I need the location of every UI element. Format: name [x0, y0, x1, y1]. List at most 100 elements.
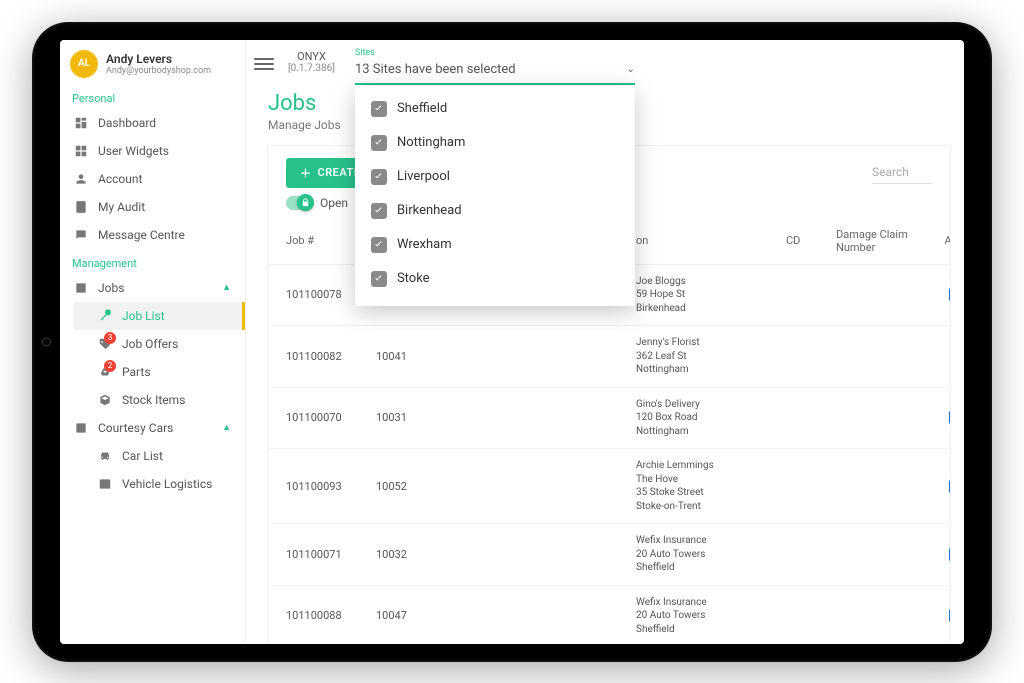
location-cell: Gino's Delivery120 Box RoadNottingham	[636, 398, 786, 439]
toggle-label: Open	[320, 196, 348, 210]
nav-label: Job List	[122, 309, 165, 323]
nav-vehicle-logistics[interactable]: Vehicle Logistics	[74, 470, 245, 498]
nav-user-widgets[interactable]: User Widgets	[60, 137, 245, 165]
nav-label: Message Centre	[98, 228, 185, 242]
table-row[interactable]: 10110007110032Wefix Insurance20 Auto Tow…	[268, 524, 950, 586]
sites-option[interactable]: Nottingham	[355, 126, 635, 160]
nav-jobs[interactable]: Jobs ▲	[60, 274, 245, 302]
checkbox-icon	[371, 237, 387, 253]
option-label: Wrexham	[397, 237, 452, 252]
nav-car-list[interactable]: Car List	[74, 442, 245, 470]
option-label: Nottingham	[397, 135, 465, 150]
col-auto[interactable]: Auto	[926, 234, 950, 247]
badge-count: 3	[104, 332, 116, 344]
message-icon	[74, 228, 88, 242]
nav-stock-items[interactable]: Stock Items	[74, 386, 245, 414]
widgets-icon	[74, 144, 88, 158]
nav-job-offers[interactable]: Job Offers 3	[74, 330, 245, 358]
cell-job: 101100082	[286, 350, 376, 363]
wrench-icon	[98, 309, 112, 323]
sites-label: Sites	[355, 48, 635, 58]
table-row[interactable]: 10110009310052Archie LemmingsThe Hove35 …	[268, 449, 950, 524]
nav-label: Courtesy Cars	[98, 421, 173, 435]
user-block[interactable]: AL Andy Levers Andy@yourbodyshop.com	[60, 40, 245, 84]
badge-count: 2	[104, 360, 116, 372]
cell-ref: 10047	[376, 609, 456, 622]
avatar: AL	[70, 50, 98, 78]
calendar-icon	[98, 477, 112, 491]
user-email: Andy@yourbodyshop.com	[106, 66, 211, 76]
sites-option[interactable]: Wrexham	[355, 228, 635, 262]
nav-courtesy-cars[interactable]: Courtesy Cars ▲	[60, 414, 245, 442]
table-row[interactable]: 10110007010031 Gino's Delivery120 Box Roa…	[268, 388, 950, 450]
nav-dashboard[interactable]: Dashboard	[60, 109, 245, 137]
cell-ref: 10032	[376, 548, 456, 561]
main: ONYX [0.1.7.386] Sites 13 Sites have bee…	[246, 40, 964, 644]
sites-dropdown[interactable]: Sheffield Nottingham Liverpool Birkenhead Wr…	[355, 86, 635, 306]
home-button[interactable]	[42, 337, 51, 346]
cell-job: 101100071	[286, 548, 376, 561]
sidebar: AL Andy Levers Andy@yourbodyshop.com Per…	[60, 40, 246, 644]
auto-checkbox[interactable]	[949, 410, 951, 425]
sites-option[interactable]: Liverpool	[355, 160, 635, 194]
nav-label: Stock Items	[122, 393, 185, 407]
nav-account[interactable]: Account	[60, 165, 245, 193]
col-dcn[interactable]: Damage Claim Number	[836, 228, 926, 254]
auto-checkbox[interactable]	[949, 547, 951, 562]
checkbox-icon	[371, 135, 387, 151]
nav-job-list[interactable]: Job List	[74, 302, 245, 330]
location-cell: Joe Bloggs59 Hope StBirkenhead	[636, 275, 786, 316]
sites-selector[interactable]: Sites 13 Sites have been selected ⌄ Shef…	[355, 48, 635, 85]
chevron-up-icon: ▲	[222, 422, 231, 433]
tablet-frame: AL Andy Levers Andy@yourbodyshop.com Per…	[32, 22, 992, 662]
sites-option[interactable]: Birkenhead	[355, 194, 635, 228]
nav-label: Job Offers	[122, 337, 178, 351]
nav-my-audit[interactable]: My Audit	[60, 193, 245, 221]
nav-message-centre[interactable]: Message Centre	[60, 221, 245, 249]
checkbox-icon	[371, 271, 387, 287]
table-row[interactable]: 10110008210041Jenny's Florist362 Leaf St…	[268, 326, 950, 388]
nav-label: Dashboard	[98, 116, 156, 130]
topbar: ONYX [0.1.7.386] Sites 13 Sites have bee…	[246, 40, 964, 85]
section-management: Management	[60, 249, 245, 274]
auto-checkbox[interactable]	[949, 608, 951, 623]
cell-job: 101100093	[286, 480, 376, 493]
hamburger-icon[interactable]	[254, 54, 274, 74]
cell-job: 101100070	[286, 411, 376, 424]
chevron-up-icon: ▲	[222, 282, 231, 293]
lock-icon	[300, 197, 311, 211]
user-name: Andy Levers	[106, 52, 211, 66]
col-location[interactable]: on	[636, 234, 786, 247]
sites-text: 13 Sites have been selected	[355, 62, 516, 77]
nav-label: My Audit	[98, 200, 145, 214]
sites-option[interactable]: Sheffield	[355, 92, 635, 126]
nav-label: User Widgets	[98, 144, 169, 158]
checkbox-icon	[371, 203, 387, 219]
auto-checkbox[interactable]	[949, 287, 951, 302]
nav-label: Car List	[122, 449, 163, 463]
search-input[interactable]: Search	[872, 161, 932, 184]
nav-label: Account	[98, 172, 142, 186]
nav-label: Parts	[122, 365, 151, 379]
location-cell: Wefix Insurance20 Auto TowersSheffield	[636, 596, 786, 637]
cell-ref: 10031	[376, 411, 456, 424]
table-row[interactable]: 10110008810047 Wefix Insurance20 Auto Tow…	[268, 586, 950, 644]
option-label: Sheffield	[397, 101, 447, 116]
checkbox-icon	[371, 169, 387, 185]
option-label: Birkenhead	[397, 203, 462, 218]
cell-job: 101100088	[286, 609, 376, 622]
table-body: 10110007810037Joe Bloggs59 Hope StBirken…	[268, 265, 950, 644]
open-toggle[interactable]	[286, 196, 314, 210]
sites-value[interactable]: 13 Sites have been selected ⌄	[355, 58, 635, 85]
plus-icon: ＋	[300, 165, 312, 181]
brand-version: [0.1.7.386]	[288, 63, 335, 74]
stock-icon	[98, 393, 112, 407]
brand-name: ONYX	[288, 50, 335, 63]
col-cd[interactable]: CD	[786, 234, 836, 247]
sites-option[interactable]: Stoke	[355, 262, 635, 296]
plus-box-icon	[74, 281, 88, 295]
location-cell: Jenny's Florist362 Leaf StNottingham	[636, 336, 786, 377]
nav-parts[interactable]: Parts 2	[74, 358, 245, 386]
auto-checkbox[interactable]	[949, 479, 951, 494]
car-icon	[98, 449, 112, 463]
